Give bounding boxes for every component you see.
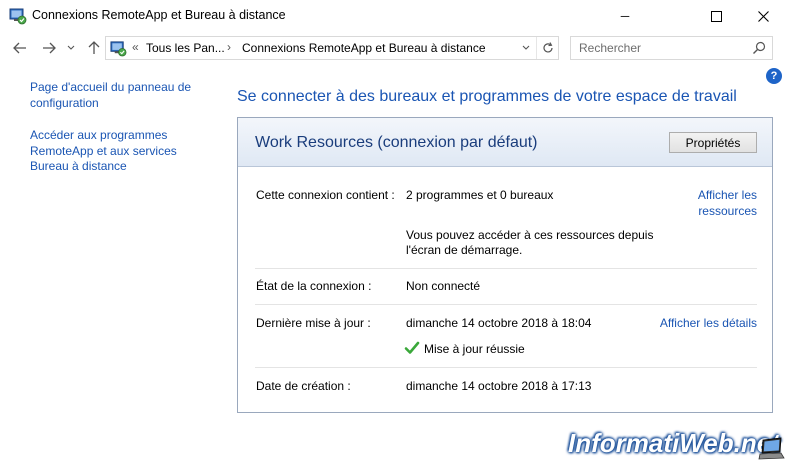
properties-button[interactable]: Propriétés: [669, 132, 757, 153]
status-value: Non connecté: [406, 279, 481, 293]
chevron-down-icon: [522, 45, 530, 50]
maximize-icon: [710, 10, 722, 22]
laptop-icon: [758, 437, 785, 460]
status-label: État de la connexion :: [256, 279, 372, 293]
breadcrumb-item-control-panel[interactable]: Tous les Pan...: [146, 41, 225, 55]
help-button[interactable]: ?: [766, 68, 782, 84]
access-note-line1: Vous pouvez accéder à ces ressources dep…: [406, 228, 654, 242]
created-value: dimanche 14 octobre 2018 à 17:13: [406, 379, 592, 393]
section-divider: [255, 304, 757, 305]
address-bar[interactable]: « Tous les Pan... › Connexions RemoteApp…: [105, 36, 559, 60]
update-result: Mise à jour réussie: [424, 342, 525, 356]
sidebar-item-control-panel-home[interactable]: Page d'accueil du panneau de configurati…: [30, 80, 205, 111]
show-resources-link[interactable]: Afficher les ressources: [698, 188, 757, 219]
window-title: Connexions RemoteApp et Bureau à distanc…: [32, 8, 286, 22]
maximize-button[interactable]: [693, 0, 739, 32]
title-bar: Connexions RemoteApp et Bureau à distanc…: [0, 0, 786, 32]
last-update-label: Dernière mise à jour :: [256, 316, 371, 330]
close-icon: [757, 10, 769, 22]
search-input[interactable]: [579, 40, 749, 56]
access-note-line2: l'écran de démarrage.: [406, 243, 523, 257]
success-check-icon: [404, 341, 420, 354]
breadcrumb-separator[interactable]: ›: [227, 40, 231, 54]
up-button[interactable]: [83, 38, 105, 58]
minimize-button[interactable]: ─: [602, 0, 648, 32]
section-divider: [255, 268, 757, 269]
forward-button[interactable]: [38, 38, 60, 58]
contains-label: Cette connexion contient :: [256, 188, 395, 202]
sidebar-item-access-remoteapp[interactable]: Accéder aux programmes RemoteApp et aux …: [30, 128, 205, 175]
last-update-value: dimanche 14 octobre 2018 à 18:04: [406, 316, 592, 330]
recent-locations-button[interactable]: [63, 38, 79, 58]
back-arrow-icon: [13, 42, 26, 54]
breadcrumb-overflow[interactable]: «: [132, 40, 139, 54]
remoteapp-location-icon: [110, 41, 127, 57]
connection-name: Work Resources (connexion par défaut): [255, 134, 538, 151]
watermark: InformatiWeb.net: [568, 428, 780, 458]
created-label: Date de création :: [256, 379, 351, 393]
address-dropdown-button[interactable]: [518, 37, 534, 59]
page-title: Se connecter à des bureaux et programmes…: [237, 88, 737, 105]
chevron-down-icon: [67, 45, 75, 50]
connection-panel: Work Resources (connexion par défaut) Pr…: [237, 117, 773, 413]
connection-header: Work Resources (connexion par défaut) Pr…: [238, 118, 772, 167]
forward-arrow-icon: [43, 42, 56, 54]
refresh-icon: [542, 42, 553, 53]
close-button[interactable]: [740, 0, 786, 32]
contains-value: 2 programmes et 0 bureaux: [406, 188, 554, 202]
minimize-icon: ─: [620, 9, 630, 23]
remoteapp-app-icon: [9, 8, 27, 25]
show-details-link[interactable]: Afficher les détails: [660, 316, 757, 332]
navigation-bar: « Tous les Pan... › Connexions RemoteApp…: [0, 34, 786, 62]
up-arrow-icon: [88, 41, 100, 54]
refresh-button[interactable]: [536, 37, 558, 59]
back-button[interactable]: [9, 38, 31, 58]
search-box[interactable]: [570, 36, 773, 60]
search-icon: [753, 41, 766, 54]
section-divider: [255, 367, 757, 368]
help-icon: ?: [770, 70, 778, 82]
breadcrumb-item-remoteapp[interactable]: Connexions RemoteApp et Bureau à distanc…: [242, 41, 486, 55]
